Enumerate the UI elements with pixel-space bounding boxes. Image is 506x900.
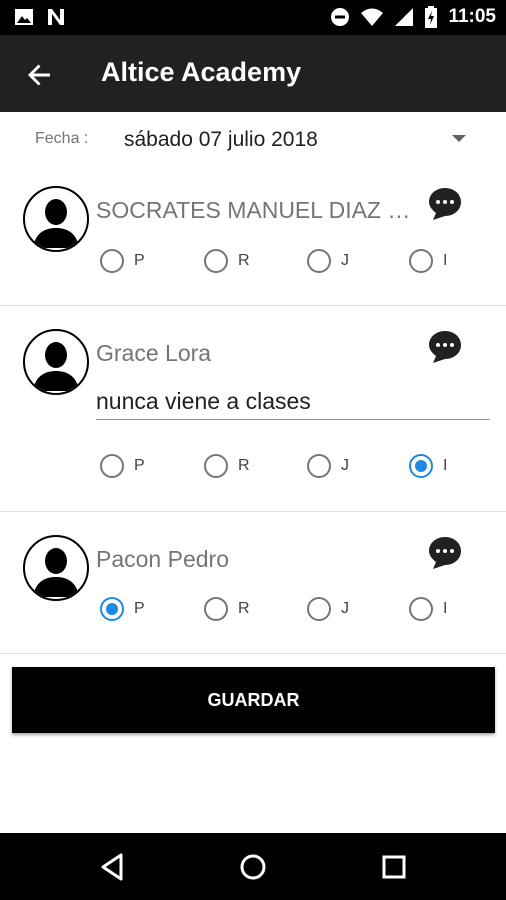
radio-label: J (341, 252, 349, 269)
cell-signal-icon (395, 8, 414, 26)
page-title: Altice Academy (101, 57, 302, 87)
radio-label: P (134, 600, 145, 617)
radio-button[interactable] (307, 454, 331, 478)
radio-label: I (443, 252, 448, 269)
do-not-disturb-icon (331, 8, 350, 26)
save-button[interactable]: GUARDAR (12, 667, 495, 733)
avatar (23, 535, 89, 601)
radio-button-checked[interactable] (409, 454, 433, 478)
radio-button[interactable] (204, 454, 228, 478)
n-logo-icon (48, 9, 64, 25)
app-bar: Altice Academy (0, 35, 506, 112)
recents-square-icon[interactable] (376, 849, 412, 885)
attendance-radio-group: P R J I (0, 451, 506, 481)
attendance-radio-group: P R J I (0, 246, 506, 276)
student-card: Pacon Pedro P R J I (0, 512, 506, 654)
student-card: SOCRATES MANUEL DIAZ RODRIGUEZ P R J I (0, 167, 506, 306)
radio-late[interactable]: R (204, 451, 250, 481)
wifi-icon (361, 8, 384, 26)
note-field[interactable]: nunca viene a clases (96, 388, 490, 420)
navigation-bar (0, 833, 506, 900)
arrow-back-icon[interactable] (22, 57, 58, 93)
radio-absent[interactable]: I (409, 451, 447, 481)
radio-button-checked[interactable] (100, 597, 124, 621)
avatar (23, 329, 89, 395)
radio-button[interactable] (100, 454, 124, 478)
radio-late[interactable]: R (204, 594, 250, 624)
radio-dot (106, 603, 118, 615)
date-select[interactable]: sábado 07 julio 2018 (124, 128, 318, 152)
radio-present[interactable]: P (100, 594, 145, 624)
radio-button[interactable] (100, 249, 124, 273)
radio-justified[interactable]: J (307, 246, 349, 276)
radio-label: J (341, 600, 349, 617)
radio-label: P (134, 457, 145, 474)
radio-button[interactable] (409, 249, 433, 273)
radio-button[interactable] (204, 249, 228, 273)
back-triangle-icon[interactable] (95, 849, 131, 885)
radio-label: R (238, 457, 250, 474)
radio-label: R (238, 252, 250, 269)
radio-absent[interactable]: I (409, 594, 447, 624)
date-row: Fecha : sábado 07 julio 2018 (0, 112, 506, 167)
radio-button[interactable] (307, 249, 331, 273)
comment-icon[interactable] (427, 535, 463, 571)
image-icon (15, 9, 33, 25)
status-bar: 11:05 (0, 0, 506, 35)
radio-button[interactable] (204, 597, 228, 621)
clock: 11:05 (448, 6, 496, 27)
comment-icon[interactable] (427, 329, 463, 365)
student-name: SOCRATES MANUEL DIAZ RODRIGUEZ (96, 197, 426, 223)
radio-absent[interactable]: I (409, 246, 447, 276)
radio-label: I (443, 600, 448, 617)
radio-present[interactable]: P (100, 451, 145, 481)
radio-label: R (238, 600, 250, 617)
radio-justified[interactable]: J (307, 594, 349, 624)
avatar (23, 186, 89, 252)
date-label: Fecha : (35, 130, 89, 147)
radio-label: J (341, 457, 349, 474)
student-name: Pacon Pedro (96, 546, 229, 572)
battery-charging-icon (425, 6, 438, 28)
student-name: Grace Lora (96, 340, 212, 366)
attendance-radio-group: P R J I (0, 594, 506, 624)
student-card: Grace Lora nunca viene a clases P R J I (0, 306, 506, 512)
radio-justified[interactable]: J (307, 451, 349, 481)
comment-icon[interactable] (427, 186, 463, 222)
radio-present[interactable]: P (100, 246, 145, 276)
radio-label: P (134, 252, 145, 269)
radio-button[interactable] (409, 597, 433, 621)
radio-button[interactable] (307, 597, 331, 621)
radio-label: I (443, 457, 448, 474)
radio-dot (415, 460, 427, 472)
home-circle-icon[interactable] (235, 849, 271, 885)
dropdown-arrow-icon[interactable] (452, 135, 466, 142)
radio-late[interactable]: R (204, 246, 250, 276)
